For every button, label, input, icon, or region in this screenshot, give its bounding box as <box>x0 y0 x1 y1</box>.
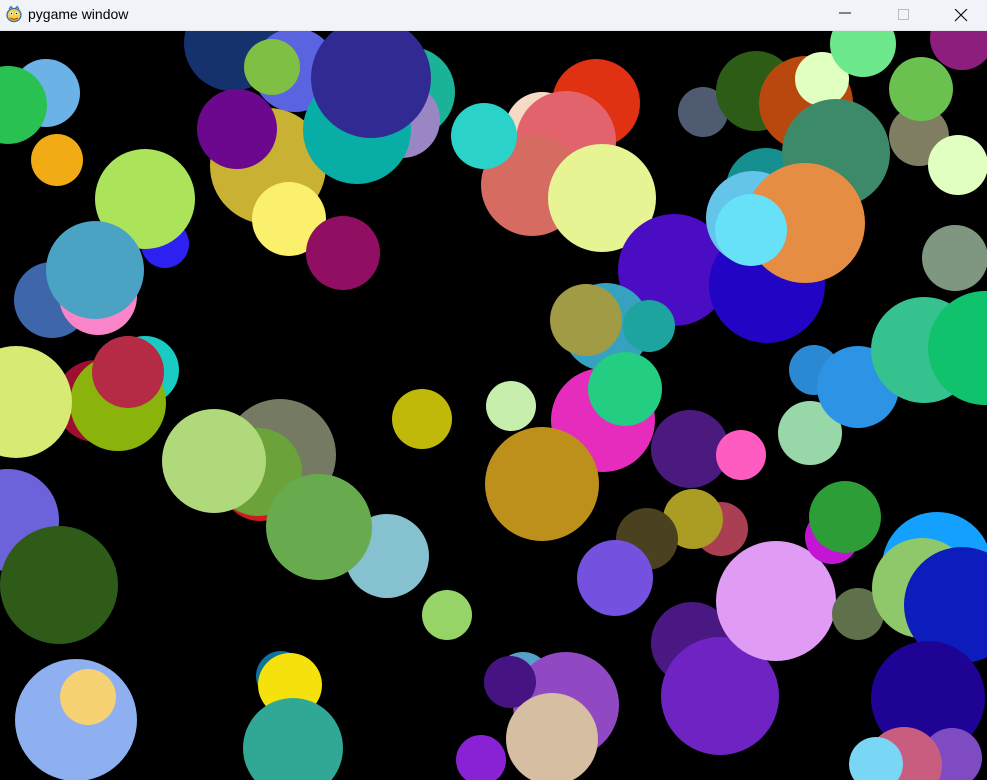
game-circle <box>60 669 116 725</box>
game-circle <box>92 336 164 408</box>
game-circle <box>577 540 653 616</box>
maximize-icon <box>898 9 909 20</box>
game-circle <box>266 474 372 580</box>
game-canvas[interactable] <box>0 31 987 780</box>
minimize-button[interactable] <box>822 0 868 31</box>
game-circle <box>46 221 144 319</box>
game-circle <box>422 590 472 640</box>
game-circle <box>392 389 452 449</box>
game-circle <box>922 225 987 291</box>
close-button[interactable] <box>938 0 984 31</box>
game-circle <box>306 216 380 290</box>
game-circle <box>928 135 987 195</box>
game-circle <box>623 300 675 352</box>
game-circle <box>197 89 277 169</box>
game-circle <box>715 194 787 266</box>
close-icon <box>954 9 968 22</box>
game-circle <box>550 284 622 356</box>
game-circle <box>809 481 881 553</box>
pygame-window: pygame window <box>0 0 987 780</box>
window-title: pygame window <box>28 6 129 22</box>
game-circle <box>162 409 266 513</box>
game-circle <box>244 39 300 95</box>
game-circle <box>889 57 953 121</box>
game-circle <box>0 526 118 644</box>
game-circle <box>716 430 766 480</box>
maximize-button[interactable] <box>880 0 926 31</box>
game-circle <box>485 427 599 541</box>
game-circle <box>486 381 536 431</box>
game-circle <box>451 103 517 169</box>
game-circle <box>31 134 83 186</box>
title-bar[interactable]: pygame window <box>0 0 987 31</box>
minimize-icon <box>839 12 851 14</box>
pygame-snake-icon <box>5 5 23 23</box>
game-circle <box>588 352 662 426</box>
